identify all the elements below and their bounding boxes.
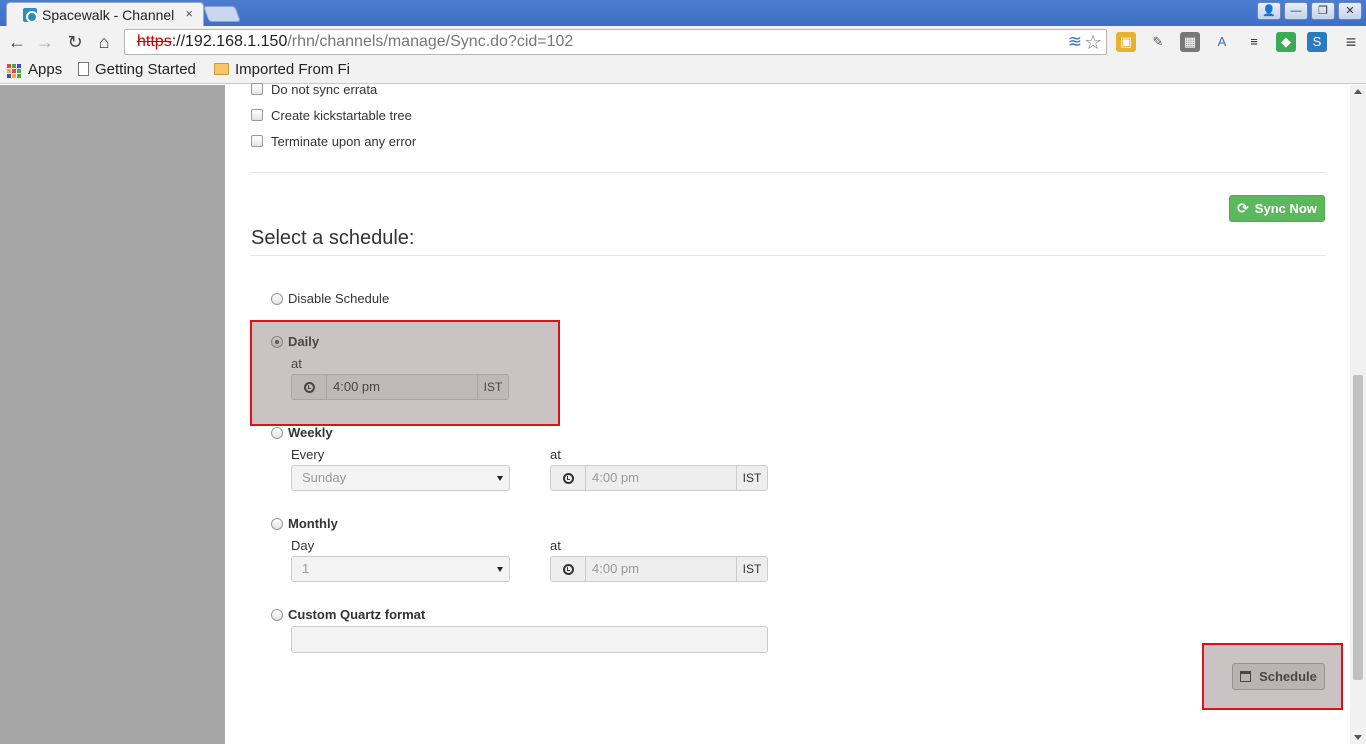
extension-icon-2[interactable]: ✎ <box>1148 32 1168 52</box>
extension-icon-6[interactable]: ◆ <box>1276 32 1296 52</box>
restore-button[interactable]: ❐ <box>1311 2 1335 20</box>
extension-icon-3[interactable]: ▦ <box>1180 32 1200 52</box>
divider <box>250 255 1326 256</box>
divider <box>250 172 1326 173</box>
tab-close-icon[interactable]: × <box>185 6 193 21</box>
weekly-at-label: at <box>550 447 561 462</box>
option-terminate-on-error[interactable]: Terminate upon any error <box>251 132 416 150</box>
bookmarks-bar: Apps Getting Started Imported From Fi <box>0 58 1366 84</box>
monthly-time-picker[interactable]: 4:00 pm IST <box>550 556 768 582</box>
radio-label: Weekly <box>288 425 333 440</box>
sync-now-label: Sync Now <box>1254 201 1317 216</box>
bookmark-imported-folder[interactable]: Imported From Fi <box>214 61 352 78</box>
url-scheme: https <box>137 33 172 50</box>
chrome-menu-icon[interactable]: ≡ <box>1340 31 1362 53</box>
scroll-down-arrow-icon[interactable] <box>1354 735 1362 740</box>
radio-button[interactable] <box>271 292 283 305</box>
user-icon[interactable]: 👤 <box>1257 2 1281 20</box>
bookmark-label: Getting Started <box>95 61 196 78</box>
back-arrow-icon[interactable]: ← <box>6 31 28 53</box>
checkbox[interactable] <box>251 135 263 147</box>
weekly-every-label: Every <box>291 447 325 462</box>
weekly-day-select[interactable]: Sunday <box>291 465 510 491</box>
select-value: 1 <box>302 561 310 576</box>
url-text: https://192.168.1.150/rhn/channels/manag… <box>137 33 573 51</box>
checkbox-label: Create kickstartable tree <box>271 107 412 123</box>
bookmark-getting-started[interactable]: Getting Started <box>78 61 196 78</box>
custom-quartz-input[interactable] <box>291 626 768 653</box>
bookmark-star-icon[interactable]: ☆ <box>1084 30 1102 55</box>
extension-icon-1[interactable]: ▣ <box>1116 32 1136 52</box>
browser-tab[interactable]: Spacewalk - Channel × <box>6 2 204 26</box>
tab-title: Spacewalk - Channel <box>42 7 175 23</box>
radio-label: Custom Quartz format <box>288 607 426 622</box>
monthly-day-select[interactable]: 1 <box>291 556 510 582</box>
monthly-at-label: at <box>550 538 561 553</box>
radio-disable-schedule[interactable]: Disable Schedule <box>271 291 389 306</box>
radio-button[interactable] <box>271 517 283 530</box>
option-no-errata[interactable]: Do not sync errata <box>251 80 377 98</box>
spacewalk-favicon-icon <box>23 8 38 23</box>
minimize-button[interactable]: — <box>1284 2 1308 20</box>
scroll-up-arrow-icon[interactable] <box>1354 89 1362 94</box>
refresh-icon: ⟳ <box>1237 200 1249 216</box>
checkbox-label: Do not sync errata <box>271 81 378 97</box>
new-tab-button[interactable] <box>203 6 241 22</box>
radio-label: Monthly <box>288 516 338 531</box>
close-window-button[interactable]: ✕ <box>1338 2 1362 20</box>
left-sidebar-backdrop <box>0 85 225 744</box>
address-bar[interactable]: https://192.168.1.150/rhn/channels/manag… <box>124 29 1107 55</box>
checkbox[interactable] <box>251 83 263 95</box>
daily-highlight-box <box>250 320 560 426</box>
checkbox-label: Terminate upon any error <box>271 133 417 149</box>
page-action-icon[interactable]: ≋ <box>1068 32 1082 52</box>
extension-icon-7[interactable]: S <box>1307 32 1327 52</box>
weekly-time-picker[interactable]: 4:00 pm IST <box>550 465 768 491</box>
apps-grid-icon[interactable] <box>7 64 21 78</box>
folder-icon <box>214 63 229 75</box>
page-icon <box>78 62 89 76</box>
clock-icon <box>551 466 586 490</box>
option-kickstart-tree[interactable]: Create kickstartable tree <box>251 106 412 124</box>
radio-custom-quartz[interactable]: Custom Quartz format <box>271 607 425 622</box>
bookmark-label: Imported From Fi <box>235 61 351 78</box>
scroll-thumb[interactable] <box>1353 375 1363 680</box>
sync-now-button[interactable]: ⟳ Sync Now <box>1229 195 1325 222</box>
schedule-heading: Select a schedule: <box>251 227 415 249</box>
monthly-day-label: Day <box>291 538 315 553</box>
url-path: /rhn/channels/manage/Sync.do?cid=102 <box>287 33 574 50</box>
browser-toolbar: ← → ↻ ⌂ https://192.168.1.150/rhn/channe… <box>0 26 1366 58</box>
checkbox[interactable] <box>251 109 263 121</box>
select-value: Sunday <box>302 470 347 485</box>
page-scrollbar[interactable] <box>1350 85 1366 744</box>
monthly-time-value[interactable]: 4:00 pm <box>586 557 736 581</box>
timezone-label: IST <box>736 466 767 490</box>
caret-down-icon <box>497 476 503 481</box>
radio-label: Disable Schedule <box>288 291 390 306</box>
radio-weekly[interactable]: Weekly <box>271 425 333 440</box>
caret-down-icon <box>497 567 503 572</box>
schedule-highlight-box <box>1202 643 1343 710</box>
layers-icon[interactable]: ≡ <box>1244 32 1264 52</box>
radio-monthly[interactable]: Monthly <box>271 516 338 531</box>
window-controls: 👤 — ❐ ✕ <box>1257 2 1362 20</box>
apps-bookmark[interactable]: Apps <box>28 61 62 78</box>
url-host: ://192.168.1.150 <box>171 33 288 50</box>
home-icon[interactable]: ⌂ <box>93 31 115 53</box>
translate-icon[interactable]: A <box>1212 32 1232 52</box>
timezone-label: IST <box>736 557 767 581</box>
radio-button[interactable] <box>271 426 283 439</box>
radio-button[interactable] <box>271 608 283 621</box>
clock-icon <box>551 557 586 581</box>
reload-icon[interactable]: ↻ <box>64 31 86 53</box>
forward-arrow-icon[interactable]: → <box>34 31 56 53</box>
weekly-time-value[interactable]: 4:00 pm <box>586 466 736 490</box>
browser-tab-bar: Spacewalk - Channel × 👤 — ❐ ✕ <box>0 0 1366 26</box>
